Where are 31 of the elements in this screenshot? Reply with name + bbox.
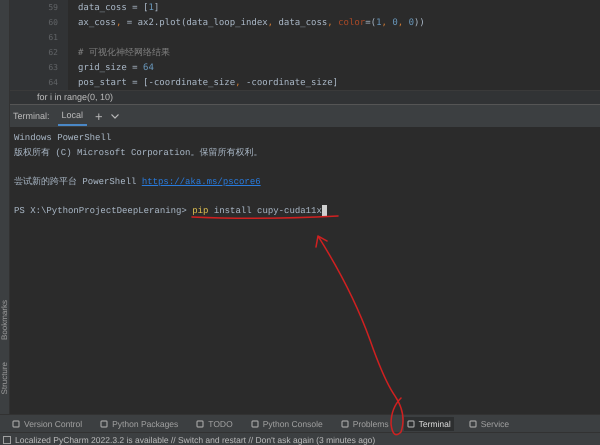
terminal-line: 尝试新的跨平台 PowerShell https://aka.ms/pscore6 (14, 176, 261, 188)
tool-window-icon (468, 420, 477, 428)
tool-window-icon (100, 420, 108, 428)
tool-window-button[interactable]: Python Packages (97, 416, 182, 430)
tool-window-icon (406, 420, 415, 428)
notification-icon[interactable] (3, 436, 11, 444)
tool-window-button[interactable]: TODO (193, 416, 236, 430)
terminal-label: Terminal: (13, 111, 50, 121)
tool-window-icon (196, 420, 204, 428)
code-line: grid_size = 64 (77, 62, 154, 72)
tool-window-icon (12, 420, 20, 428)
tool-window-button[interactable]: Problems (338, 416, 392, 430)
new-tab-button[interactable]: + (95, 108, 103, 124)
code-line: ax_coss, = ax2.plot(data_loop_index, data_coss, color=(1, 0, 0)) (77, 18, 425, 28)
side-tool-tab[interactable]: Structure (0, 362, 9, 394)
terminal-tab[interactable]: Local (58, 106, 88, 126)
breadcrumb[interactable]: for i in range(0, 10) (10, 90, 600, 104)
side-tool-tab[interactable]: Bookmarks (0, 300, 9, 340)
chevron-down-icon[interactable] (110, 114, 119, 118)
terminal-line: PS X:\PythonProjectDeepLeraning> pip install cupy-cuda11x (14, 206, 322, 216)
tool-window-button[interactable]: Service (466, 416, 512, 430)
terminal-line: 版权所有 (C) Microsoft Corporation。保留所有权利。 (14, 146, 262, 160)
tool-window-icon (340, 420, 349, 428)
tool-window-button[interactable]: Terminal (404, 416, 454, 430)
tool-window-button[interactable]: Python Console (248, 416, 326, 430)
tool-window-button[interactable]: Version Control (9, 416, 86, 430)
code-line: pos_start = [-coordinate_size, -coordinate_size] (77, 78, 338, 88)
code-line: # 可视化神经网络结果 (77, 46, 170, 59)
terminal-line: Windows PowerShell (14, 133, 112, 144)
code-line: data_coss = [1] (77, 2, 160, 12)
tool-window-icon (250, 420, 259, 428)
